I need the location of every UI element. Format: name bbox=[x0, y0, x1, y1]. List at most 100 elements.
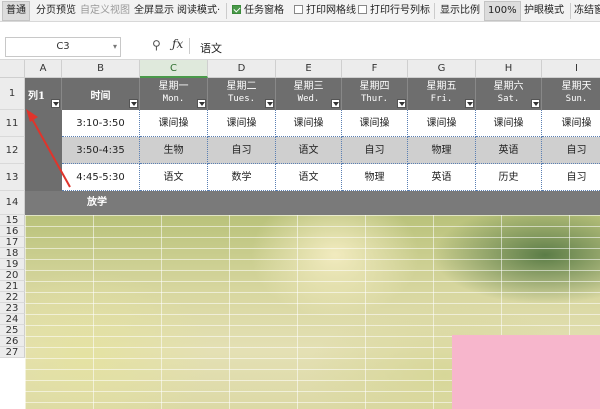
column-header-c[interactable]: C bbox=[140, 60, 208, 78]
column-header-i[interactable]: I bbox=[542, 60, 600, 78]
schedule-cell[interactable]: 课间操 bbox=[208, 110, 276, 137]
row-header-13[interactable]: 13 bbox=[0, 164, 25, 191]
row-header-26[interactable]: 26 bbox=[0, 336, 25, 347]
schedule-cell[interactable]: 课间操 bbox=[542, 110, 600, 137]
freeze-panes-button[interactable]: 冻结窗 bbox=[574, 0, 600, 22]
row-header-12[interactable]: 12 bbox=[0, 137, 25, 164]
column-header-e[interactable]: E bbox=[276, 60, 342, 78]
row-header-25[interactable]: 25 bbox=[0, 325, 25, 336]
time-cell[interactable]: 3:10-3:50 bbox=[62, 110, 140, 137]
row-header-15[interactable]: 15 bbox=[0, 215, 25, 226]
page-break-preview-button[interactable]: 分页预览 bbox=[36, 0, 76, 22]
schedule-cell[interactable]: 英语 bbox=[476, 137, 542, 164]
row-header-23[interactable]: 23 bbox=[0, 303, 25, 314]
row-header-14[interactable]: 14 bbox=[0, 191, 25, 215]
header-cell-column1[interactable]: 列1 bbox=[25, 78, 62, 110]
header-cell-day[interactable]: 星期三 Wed. bbox=[276, 78, 342, 110]
schedule-cell[interactable]: 语文 bbox=[276, 137, 342, 164]
header-cell-time[interactable]: 时间 bbox=[62, 78, 140, 110]
schedule-cell[interactable]: 英语 bbox=[408, 164, 476, 191]
filter-dropdown-icon[interactable] bbox=[465, 99, 474, 108]
filter-dropdown-icon[interactable] bbox=[331, 99, 340, 108]
row-header-1[interactable]: 1 bbox=[0, 78, 25, 110]
schedule-cell[interactable]: 课间操 bbox=[476, 110, 542, 137]
header-cell-day[interactable]: 星期四 Thur. bbox=[342, 78, 408, 110]
filter-dropdown-icon[interactable] bbox=[265, 99, 274, 108]
column1-cell[interactable] bbox=[25, 164, 62, 191]
schedule-cell[interactable]: 自习 bbox=[342, 137, 408, 164]
print-gridlines-checkbox[interactable]: 打印网格线 bbox=[294, 0, 356, 22]
schedule-cell[interactable]: 课间操 bbox=[140, 110, 208, 137]
normal-view-button[interactable]: 普通 bbox=[2, 1, 30, 21]
day-name-cn: 星期二 bbox=[226, 81, 257, 92]
print-headings-checkbox[interactable]: 打印行号列标 bbox=[358, 0, 430, 22]
filter-dropdown-icon[interactable] bbox=[397, 99, 406, 108]
full-screen-button[interactable]: 全屏显示 bbox=[134, 0, 174, 22]
schedule-cell[interactable]: 历史 bbox=[476, 164, 542, 191]
schedule-cell[interactable]: 数学 bbox=[208, 164, 276, 191]
zoom-100-button[interactable]: 100% bbox=[484, 1, 521, 21]
zoom-search-icon[interactable]: ⚲ bbox=[152, 38, 161, 52]
column-header-b[interactable]: B bbox=[62, 60, 140, 78]
schedule-cell[interactable]: 语文 bbox=[276, 164, 342, 191]
header-cell-day[interactable]: 星期天 Sun. bbox=[542, 78, 600, 110]
column-header-f[interactable]: F bbox=[342, 60, 408, 78]
checkbox-checked-icon bbox=[232, 5, 241, 14]
schedule-cell[interactable]: 自习 bbox=[542, 137, 600, 164]
checkbox-icon bbox=[358, 5, 367, 14]
row-header-21[interactable]: 21 bbox=[0, 281, 25, 292]
schedule-cell[interactable]: 自习 bbox=[208, 137, 276, 164]
schedule-cell[interactable]: 课间操 bbox=[408, 110, 476, 137]
zoom-ratio-button[interactable]: 显示比例 bbox=[440, 0, 480, 22]
row-header-27[interactable]: 27 bbox=[0, 347, 25, 358]
column1-cell[interactable] bbox=[25, 110, 62, 137]
column1-cell[interactable] bbox=[25, 137, 62, 164]
schedule-cell[interactable]: 物理 bbox=[408, 137, 476, 164]
name-box[interactable]: C3 ▾ bbox=[5, 37, 121, 57]
schedule-cell[interactable]: 语文 bbox=[140, 164, 208, 191]
eye-protection-button[interactable]: 护眼模式 bbox=[524, 0, 564, 22]
schedule-cell[interactable]: 生物 bbox=[140, 137, 208, 164]
function-icon[interactable]: ƒx bbox=[172, 37, 183, 51]
row-header-18[interactable]: 18 bbox=[0, 248, 25, 259]
task-pane-checkbox[interactable]: 任务窗格 bbox=[232, 0, 284, 22]
header-cell-day[interactable]: 星期五 Fri. bbox=[408, 78, 476, 110]
row-header-16[interactable]: 16 bbox=[0, 226, 25, 237]
filter-dropdown-icon[interactable] bbox=[129, 99, 138, 108]
header-cell-day[interactable]: 星期二 Tues. bbox=[208, 78, 276, 110]
filter-dropdown-icon[interactable] bbox=[531, 99, 540, 108]
column-header-d[interactable]: D bbox=[208, 60, 276, 78]
custom-view-button[interactable]: 自定义视图 bbox=[80, 0, 130, 22]
header-cell-day[interactable]: 星期一 Mon. bbox=[140, 78, 208, 110]
row-header-19[interactable]: 19 bbox=[0, 259, 25, 270]
day-name-cn: 星期六 bbox=[493, 81, 524, 92]
row-header-17[interactable]: 17 bbox=[0, 237, 25, 248]
filter-dropdown-icon[interactable] bbox=[197, 99, 206, 108]
row-header-11[interactable]: 11 bbox=[0, 110, 25, 137]
time-cell[interactable]: 4:45-5:30 bbox=[62, 164, 140, 191]
reading-mode-button[interactable]: 阅读模式· bbox=[177, 0, 220, 22]
day-name-cn: 星期五 bbox=[426, 81, 457, 92]
column1-cell[interactable] bbox=[25, 191, 62, 215]
toolbar-divider bbox=[226, 3, 227, 19]
column-header-h[interactable]: H bbox=[476, 60, 542, 78]
print-headings-label: 打印行号列标 bbox=[370, 5, 430, 16]
formula-input[interactable]: 语文 bbox=[200, 40, 222, 56]
schedule-cell[interactable]: 课间操 bbox=[342, 110, 408, 137]
column-header-a[interactable]: A bbox=[25, 60, 62, 78]
chevron-down-icon[interactable]: ▾ bbox=[113, 38, 117, 56]
row-header-24[interactable]: 24 bbox=[0, 314, 25, 325]
row-header-22[interactable]: 22 bbox=[0, 292, 25, 303]
schedule-cell[interactable]: 自习 bbox=[542, 164, 600, 191]
end-of-day-row[interactable]: 放学 bbox=[62, 191, 600, 215]
time-cell[interactable]: 3:50-4:35 bbox=[62, 137, 140, 164]
day-name-cn: 星期天 bbox=[561, 81, 592, 92]
header-cell-day[interactable]: 星期六 Sat. bbox=[476, 78, 542, 110]
schedule-cell[interactable]: 课间操 bbox=[276, 110, 342, 137]
select-all-corner[interactable] bbox=[0, 60, 25, 78]
filter-dropdown-icon[interactable] bbox=[51, 99, 60, 108]
header-label: 时间 bbox=[90, 91, 111, 102]
row-header-20[interactable]: 20 bbox=[0, 270, 25, 281]
schedule-cell[interactable]: 物理 bbox=[342, 164, 408, 191]
column-header-g[interactable]: G bbox=[408, 60, 476, 78]
